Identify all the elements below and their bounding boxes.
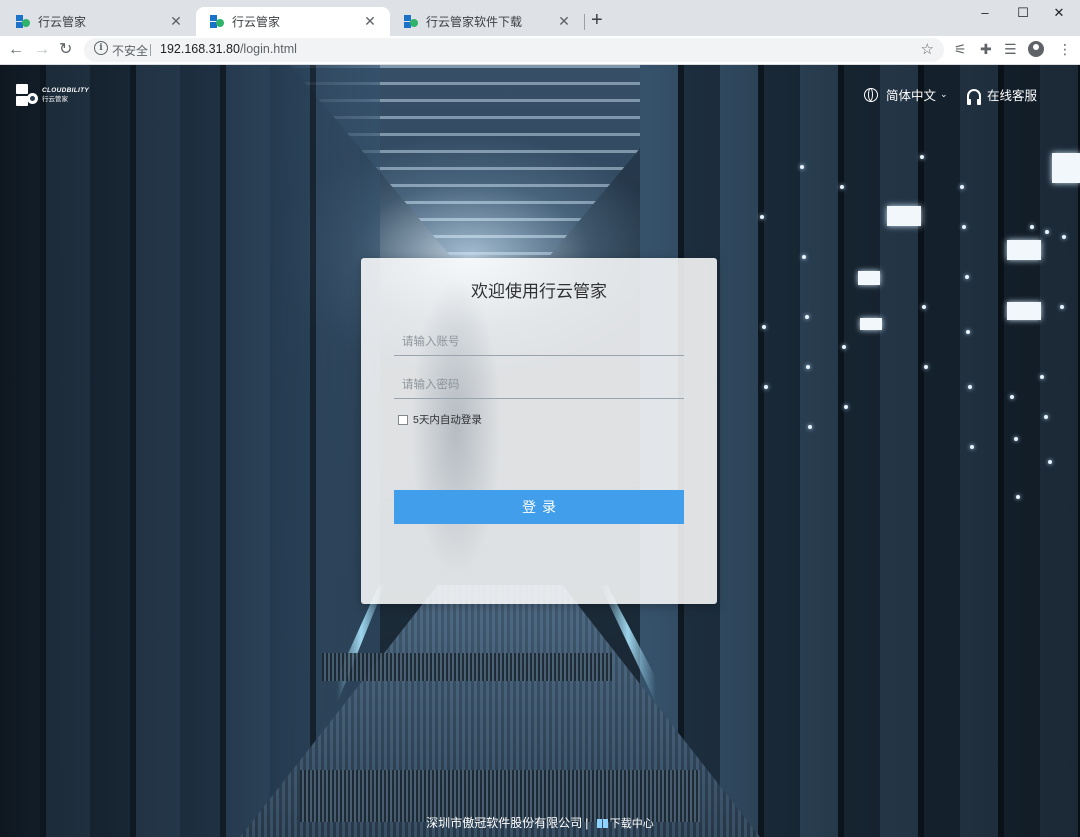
address-bar[interactable]: i 不安全 192.168.31.80/login.html ☆ — [84, 38, 944, 62]
remember-login-option[interactable]: 5天内自动登录 — [398, 412, 482, 427]
close-tab-icon[interactable]: ✕ — [556, 13, 572, 30]
cloudbility-logo-icon — [16, 84, 38, 106]
online-support-link[interactable]: 在线客服 — [967, 85, 1038, 105]
rack-light-panel — [1052, 153, 1080, 183]
browser-tab-3-label: 行云管家软件下载 — [426, 15, 523, 29]
reload-button[interactable]: ↻ — [59, 40, 72, 60]
login-button[interactable]: 登录 — [394, 490, 684, 524]
remember-checkbox[interactable] — [398, 414, 408, 425]
rack-light-panel — [858, 271, 880, 285]
login-title: 欢迎使用行云管家 — [471, 282, 607, 301]
globe-icon — [864, 87, 878, 102]
rack-light-panel — [1007, 302, 1041, 320]
info-icon[interactable]: i — [94, 41, 108, 55]
url-host: 192.168.31.80 — [160, 42, 240, 56]
support-label: 在线客服 — [987, 89, 1038, 103]
window-close-button[interactable]: ✕ — [1036, 3, 1080, 23]
menu-kebab-icon[interactable]: ⋮ — [1058, 40, 1072, 58]
company-name: 深圳市傲冠软件股份有限公司 — [426, 816, 583, 830]
close-tab-icon[interactable]: ✕ — [168, 13, 184, 30]
brand-logo[interactable]: CLOUDBILITY 行云管家 — [16, 84, 89, 106]
puzzle-extensions-icon[interactable]: ✚ — [980, 40, 992, 58]
url-text[interactable]: 192.168.31.80/login.html — [160, 42, 297, 56]
floor-grate — [322, 653, 612, 681]
password-input[interactable] — [394, 371, 684, 399]
remember-label: 5天内自动登录 — [413, 414, 482, 426]
profile-avatar-icon[interactable] — [1028, 41, 1044, 57]
headset-icon — [967, 88, 981, 105]
bookmark-star-icon[interactable]: ☆ — [921, 40, 934, 58]
forward-button[interactable]: → — [34, 40, 50, 60]
download-icon — [596, 819, 608, 828]
brand-name-cn: 行云管家 — [42, 96, 68, 103]
tab-separator — [584, 14, 585, 30]
card-background-figure — [401, 258, 511, 604]
cloudbility-favicon-icon — [404, 14, 418, 28]
feather-extension-icon[interactable]: ⚟ — [954, 40, 967, 58]
page-footer: 深圳市傲冠软件股份有限公司 | 下载中心 — [0, 814, 1080, 831]
chevron-down-icon: ⌄ — [940, 89, 948, 99]
address-divider — [150, 44, 151, 56]
browser-tab-2[interactable]: 行云管家 ✕ — [196, 7, 390, 36]
browser-tab-2-label: 行云管家 — [232, 15, 281, 29]
cloudbility-favicon-icon — [16, 14, 30, 28]
account-input[interactable] — [394, 328, 684, 356]
language-selector[interactable]: 简体中文 ⌄ — [864, 85, 948, 104]
cloudbility-favicon-icon — [210, 14, 224, 28]
browser-tab-3[interactable]: 行云管家软件下载 ✕ — [390, 7, 584, 36]
footer-separator: | — [585, 816, 589, 830]
browser-tab-1[interactable]: 行云管家 ✕ — [2, 7, 196, 36]
download-center-link[interactable]: 下载中心 — [596, 818, 654, 830]
rack-light-panel — [887, 206, 921, 226]
close-tab-icon[interactable]: ✕ — [362, 13, 378, 30]
new-tab-button[interactable]: + — [591, 10, 603, 30]
login-card: 欢迎使用行云管家 5天内自动登录 登录 — [361, 258, 717, 604]
back-button[interactable]: ← — [8, 40, 24, 60]
browser-toolbar: ← → ↻ i 不安全 192.168.31.80/login.html ☆ ⚟… — [0, 36, 1080, 65]
url-path: /login.html — [239, 42, 297, 56]
browser-tabstrip: 行云管家 ✕ 行云管家 ✕ 行云管家软件下载 ✕ + – ☐ ✕ — [0, 0, 1080, 36]
rack-light-panel — [1007, 240, 1041, 260]
brand-name-en: CLOUDBILITY — [42, 87, 89, 94]
rack-light-panel — [860, 318, 882, 330]
download-center-label: 下载中心 — [609, 818, 654, 830]
language-label: 简体中文 — [886, 89, 937, 103]
security-indicator[interactable]: 不安全 — [112, 42, 148, 59]
browser-tab-1-label: 行云管家 — [38, 15, 87, 29]
reading-list-icon[interactable]: ☰ — [1004, 40, 1017, 58]
